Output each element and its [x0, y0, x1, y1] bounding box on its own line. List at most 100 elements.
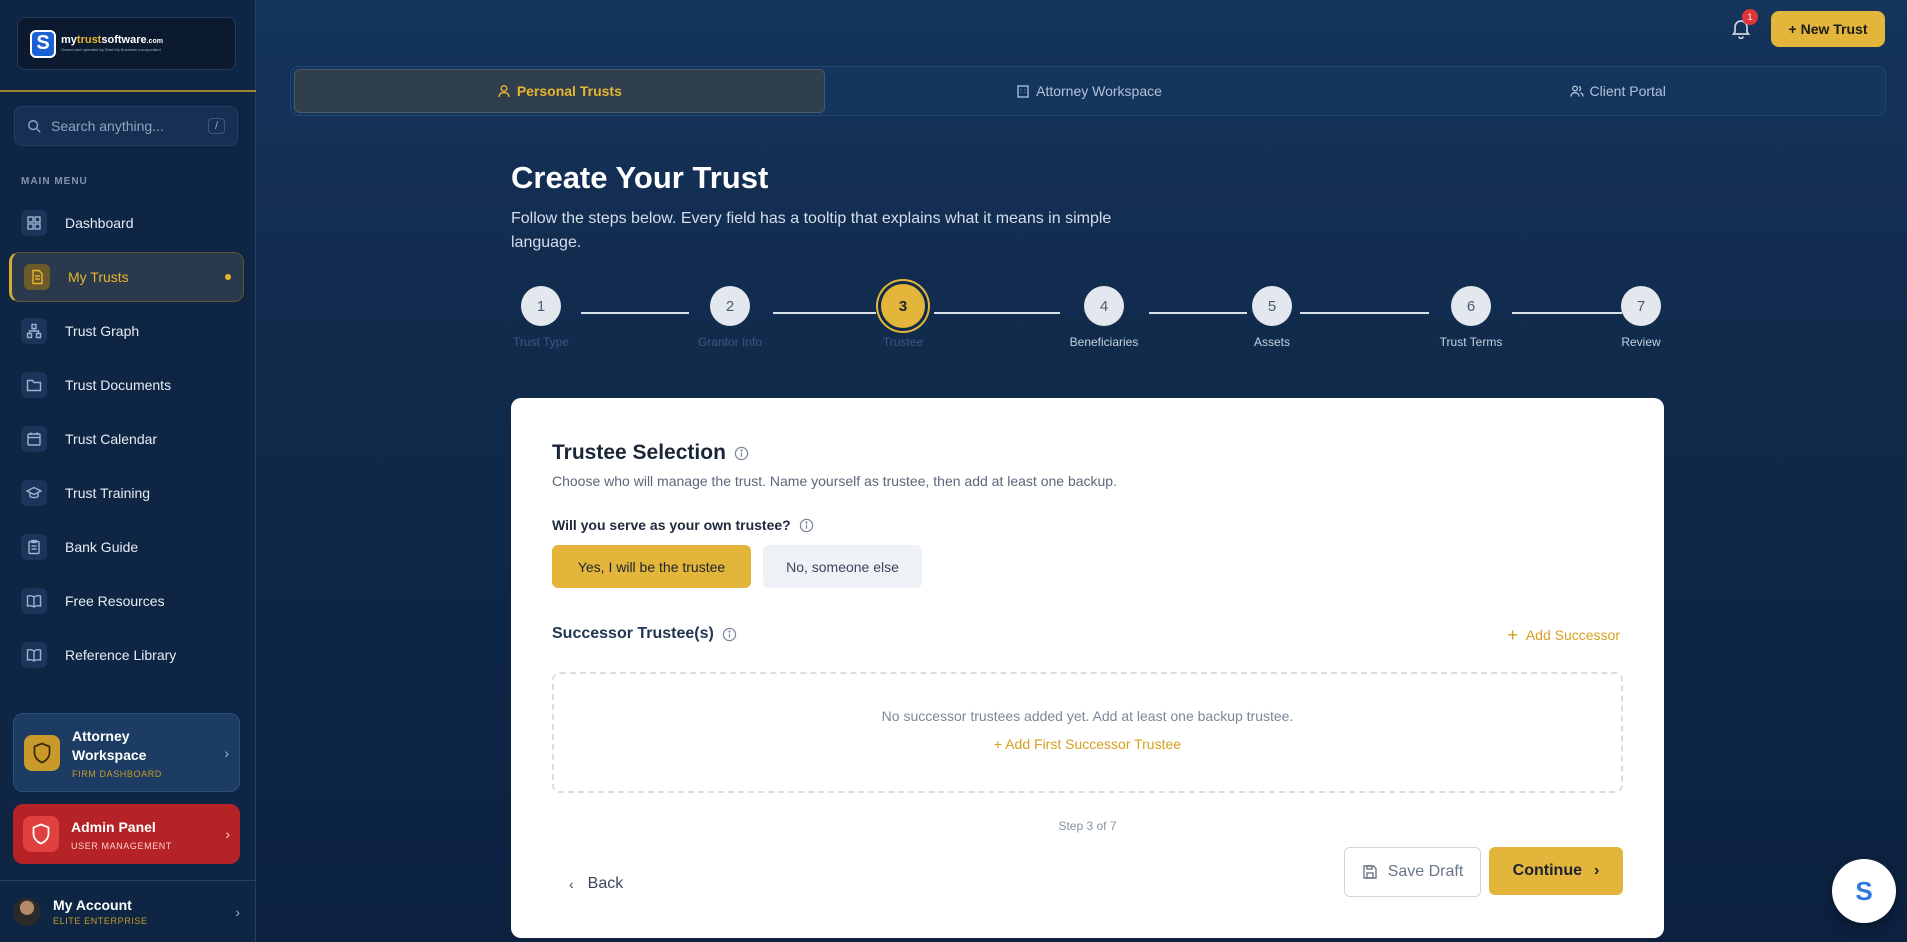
tab-label: Attorney Workspace: [1036, 83, 1162, 99]
sidebar-item-label: Dashboard: [65, 215, 134, 231]
step-number: 4: [1084, 286, 1124, 326]
sidebar-item-bank-guide[interactable]: Bank Guide: [9, 522, 244, 572]
back-button[interactable]: ‹ Back: [569, 860, 623, 908]
search-placeholder: Search anything...: [51, 118, 164, 134]
search-shortcut: /: [207, 118, 225, 134]
step-trust-type[interactable]: 1 Trust Type: [491, 286, 591, 349]
chevron-right-icon: ›: [225, 826, 230, 842]
chevron-right-icon: ›: [224, 744, 229, 761]
sidebar-item-label: Bank Guide: [65, 539, 139, 555]
tab-personal-trusts[interactable]: Personal Trusts: [294, 69, 825, 113]
progress-stepper: 1 Trust Type 2 Grantor Info 3 Trustee 4 …: [511, 284, 1664, 366]
admin-card-subtitle: USER MANAGEMENT: [71, 840, 173, 851]
sidebar-item-label: Trust Documents: [65, 377, 172, 393]
trustee-form-card: Trustee Selection Choose who will manage…: [511, 398, 1664, 938]
step-assets[interactable]: 5 Assets: [1222, 286, 1322, 349]
no-trustee-button[interactable]: No, someone else: [763, 545, 922, 588]
empty-state-text: No successor trustees added yet. Add at …: [881, 708, 1294, 724]
notification-badge: 1: [1742, 9, 1758, 25]
step-trustee[interactable]: 3 Trustee: [853, 284, 953, 349]
chevron-left-icon: ‹: [569, 876, 574, 892]
tab-attorney-workspace[interactable]: Attorney Workspace: [825, 69, 1354, 113]
add-successor-button[interactable]: + Add Successor: [1507, 626, 1620, 644]
save-draft-button[interactable]: Save Draft: [1344, 847, 1481, 897]
step-number: 2: [710, 286, 750, 326]
step-label: Trust Type: [512, 335, 570, 349]
main-menu: Dashboard My Trusts Trust Graph Trust Do…: [9, 198, 244, 684]
sidebar-item-my-trusts[interactable]: My Trusts: [9, 252, 244, 302]
page-subtitle: Follow the steps below. Every field has …: [511, 210, 1112, 251]
step-label: Trustee: [882, 335, 924, 349]
step-label: Trust Terms: [1439, 335, 1503, 349]
attorney-workspace-card[interactable]: Attorney Workspace FIRM DASHBOARD ›: [13, 713, 240, 792]
info-icon[interactable]: [734, 446, 749, 461]
avatar: [13, 897, 41, 926]
section-title: Trustee Selection: [552, 441, 749, 465]
step-label: Grantor Info: [697, 335, 763, 349]
logo-mark: S: [30, 29, 56, 58]
new-trust-button[interactable]: + New Trust: [1771, 11, 1885, 47]
sidebar-item-free-resources[interactable]: Free Resources: [9, 576, 244, 626]
attorney-card-title: Attorney Workspace: [72, 727, 147, 763]
sidebar-item-label: Trust Training: [65, 485, 151, 501]
step-connector: [581, 312, 689, 314]
workspace-tabs: Personal Trusts Attorney Workspace Clien…: [290, 66, 1886, 116]
book-icon: [21, 588, 47, 614]
admin-card-title: Admin Panel: [71, 818, 156, 835]
folder-icon: [21, 372, 47, 398]
sidebar-item-trust-calendar[interactable]: Trust Calendar: [9, 414, 244, 464]
shield-icon: [23, 816, 59, 852]
info-icon[interactable]: [722, 627, 737, 642]
save-icon: [1363, 865, 1377, 879]
sidebar-item-trust-training[interactable]: Trust Training: [9, 468, 244, 518]
building-icon: [1017, 85, 1029, 98]
graph-icon: [21, 318, 47, 344]
step-beneficiaries[interactable]: 4 Beneficiaries: [1054, 286, 1154, 349]
tab-label: Personal Trusts: [516, 83, 622, 99]
yes-trustee-button[interactable]: Yes, I will be the trustee: [552, 545, 751, 588]
continue-button[interactable]: Continue ›: [1489, 847, 1623, 895]
logo-tagline: Owned and operated by Start My Business …: [61, 47, 161, 52]
document-icon: [24, 264, 50, 290]
logo-divider: [0, 90, 256, 92]
step-review[interactable]: 7 Review: [1591, 286, 1691, 349]
step-label: Review: [1621, 335, 1661, 349]
sidebar-item-label: Trust Graph: [65, 323, 140, 339]
account-menu[interactable]: My Account ELITE ENTERPRISE ›: [0, 880, 256, 942]
sidebar-item-label: My Trusts: [68, 269, 129, 285]
plus-icon: +: [1507, 625, 1518, 645]
step-number: 5: [1252, 286, 1292, 326]
step-number: 7: [1621, 286, 1661, 326]
step-trust-terms[interactable]: 6 Trust Terms: [1421, 286, 1521, 349]
graduation-cap-icon: [21, 480, 47, 506]
sidebar: S mytrustsoftware.com Owned and operated…: [0, 0, 256, 942]
sidebar-item-dashboard[interactable]: Dashboard: [9, 198, 244, 248]
step-number: 3: [881, 284, 925, 328]
search-icon: [28, 120, 41, 133]
successor-trustees-label: Successor Trustee(s): [552, 625, 737, 643]
tab-client-portal[interactable]: Client Portal: [1353, 69, 1882, 113]
step-grantor-info[interactable]: 2 Grantor Info: [680, 286, 780, 349]
sidebar-item-reference-library[interactable]: Reference Library: [9, 630, 244, 680]
attorney-card-subtitle: FIRM DASHBOARD: [72, 768, 162, 779]
step-counter: Step 3 of 7: [1058, 819, 1117, 833]
sidebar-item-trust-documents[interactable]: Trust Documents: [9, 360, 244, 410]
info-icon[interactable]: [799, 518, 814, 533]
search-input[interactable]: Search anything... /: [14, 106, 238, 146]
sidebar-item-trust-graph[interactable]: Trust Graph: [9, 306, 244, 356]
chat-launcher-button[interactable]: S: [1832, 859, 1896, 923]
user-icon: [498, 85, 510, 98]
step-number: 6: [1451, 286, 1491, 326]
account-plan: ELITE ENTERPRISE: [53, 916, 148, 926]
logo-text: mytrustsoftware.com Owned and operated b…: [61, 34, 163, 52]
calendar-icon: [21, 426, 47, 452]
sidebar-item-label: Reference Library: [65, 647, 177, 663]
admin-panel-card[interactable]: Admin Panel USER MANAGEMENT ›: [13, 804, 240, 864]
step-label: Assets: [1253, 335, 1290, 349]
logo[interactable]: S mytrustsoftware.com Owned and operated…: [17, 17, 236, 70]
grid-icon: [21, 210, 47, 236]
sidebar-item-label: Trust Calendar: [65, 431, 158, 447]
active-dot: [225, 274, 231, 280]
step-label: Beneficiaries: [1069, 335, 1139, 349]
add-first-successor-link[interactable]: + Add First Successor Trustee: [554, 736, 1621, 752]
